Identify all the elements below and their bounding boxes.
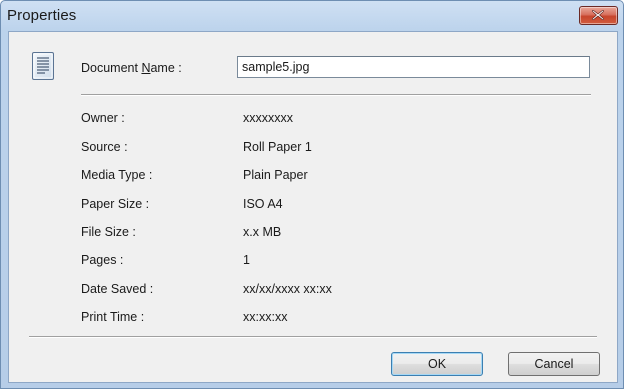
file-size-label: File Size : <box>81 225 136 239</box>
separator-top <box>81 94 591 96</box>
file-size-value: x.x MB <box>243 225 282 239</box>
ok-button[interactable]: OK <box>391 352 483 376</box>
paper-size-label: Paper Size : <box>81 197 150 211</box>
date-saved-label: Date Saved : <box>81 282 154 296</box>
document-name-label: Document Name : <box>81 61 182 75</box>
pages-label: Pages : <box>81 253 124 267</box>
dialog-content: Document Name : Owner : xxxxxxxx Source … <box>8 31 618 383</box>
window-title: Properties <box>7 7 77 24</box>
media-type-label: Media Type : <box>81 168 153 182</box>
source-value: Roll Paper 1 <box>243 140 312 154</box>
document-lines-icon <box>32 52 54 80</box>
title-bar[interactable]: Properties <box>1 1 623 31</box>
separator-bottom <box>29 336 597 338</box>
media-type-value: Plain Paper <box>243 168 308 182</box>
document-name-input[interactable] <box>237 56 590 78</box>
print-time-label: Print Time : <box>81 310 145 324</box>
owner-label: Owner : <box>81 111 125 125</box>
source-label: Source : <box>81 140 128 154</box>
owner-value: xxxxxxxx <box>243 111 293 125</box>
paper-size-value: ISO A4 <box>243 197 283 211</box>
close-button[interactable] <box>579 6 618 25</box>
print-time-value: xx:xx:xx <box>243 310 288 324</box>
pages-value: 1 <box>243 253 250 267</box>
date-saved-value: xx/xx/xxxx xx:xx <box>243 282 332 296</box>
close-x-icon <box>592 10 604 20</box>
cancel-button[interactable]: Cancel <box>508 352 600 376</box>
properties-dialog: Properties Document Name: sample5.jpg O… <box>0 0 624 389</box>
